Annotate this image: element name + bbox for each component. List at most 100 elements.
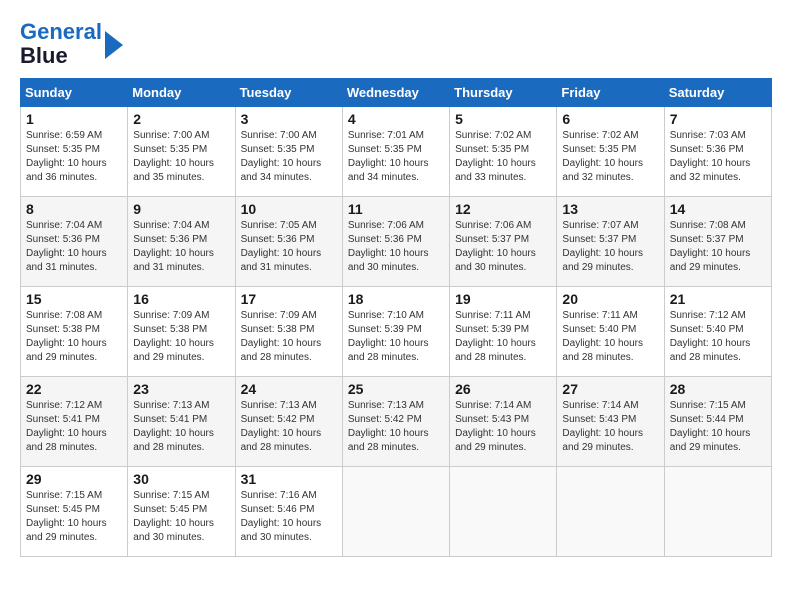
calendar-cell: 19 Sunrise: 7:11 AMSunset: 5:39 PMDayligh… xyxy=(450,287,557,377)
calendar-cell: 8Sunrise: 7:04 AMSunset: 5:36 PMDaylight… xyxy=(21,197,128,287)
calendar-cell: 14 Sunrise: 7:08 AMSunset: 5:37 PMDayligh… xyxy=(664,197,771,287)
logo-arrow-icon xyxy=(105,31,123,59)
calendar-cell: 4 Sunrise: 7:01 AMSunset: 5:35 PMDaylight… xyxy=(342,107,449,197)
day-info: Sunrise: 7:13 AMSunset: 5:42 PMDaylight:… xyxy=(348,399,444,455)
calendar-cell: 18 Sunrise: 7:10 AMSunset: 5:39 PMDayligh… xyxy=(342,287,449,377)
day-info: Sunrise: 7:04 AMSunset: 5:36 PMDaylight:… xyxy=(133,219,229,275)
day-info: Sunrise: 7:07 AMSunset: 5:37 PMDaylight:… xyxy=(562,219,658,275)
calendar-week-5: 29 Sunrise: 7:15 AMSunset: 5:45 PMDayligh… xyxy=(21,467,772,557)
calendar-cell: 27 Sunrise: 7:14 AMSunset: 5:43 PMDayligh… xyxy=(557,377,664,467)
day-number: 10 xyxy=(241,201,337,217)
logo-text: GeneralBlue xyxy=(20,20,102,68)
day-number: 19 xyxy=(455,291,551,307)
day-info: Sunrise: 7:11 AMSunset: 5:39 PMDaylight:… xyxy=(455,309,551,365)
day-number: 15 xyxy=(26,291,122,307)
day-number: 23 xyxy=(133,381,229,397)
day-number: 26 xyxy=(455,381,551,397)
day-number: 30 xyxy=(133,471,229,487)
calendar-cell: 26 Sunrise: 7:14 AMSunset: 5:43 PMDayligh… xyxy=(450,377,557,467)
day-number: 5 xyxy=(455,111,551,127)
calendar-header: SundayMondayTuesdayWednesdayThursdayFrid… xyxy=(21,79,772,107)
calendar-cell: 3 Sunrise: 7:00 AMSunset: 5:35 PMDaylight… xyxy=(235,107,342,197)
calendar-cell xyxy=(342,467,449,557)
logo: GeneralBlue xyxy=(20,20,123,68)
day-info: Sunrise: 7:11 AMSunset: 5:40 PMDaylight:… xyxy=(562,309,658,365)
weekday-header-thursday: Thursday xyxy=(450,79,557,107)
day-info: Sunrise: 7:14 AMSunset: 5:43 PMDaylight:… xyxy=(455,399,551,455)
day-number: 21 xyxy=(670,291,766,307)
calendar-cell: 30 Sunrise: 7:15 AMSunset: 5:45 PMDayligh… xyxy=(128,467,235,557)
page-header: GeneralBlue xyxy=(20,20,772,68)
calendar-cell: 5 Sunrise: 7:02 AMSunset: 5:35 PMDaylight… xyxy=(450,107,557,197)
day-info: Sunrise: 7:15 AMSunset: 5:44 PMDaylight:… xyxy=(670,399,766,455)
day-info: Sunrise: 7:08 AMSunset: 5:38 PMDaylight:… xyxy=(26,309,122,365)
day-info: Sunrise: 7:00 AMSunset: 5:35 PMDaylight:… xyxy=(241,129,337,185)
day-info: Sunrise: 7:12 AMSunset: 5:40 PMDaylight:… xyxy=(670,309,766,365)
day-number: 31 xyxy=(241,471,337,487)
calendar-cell: 24 Sunrise: 7:13 AMSunset: 5:42 PMDayligh… xyxy=(235,377,342,467)
day-number: 9 xyxy=(133,201,229,217)
calendar-cell: 16 Sunrise: 7:09 AMSunset: 5:38 PMDayligh… xyxy=(128,287,235,377)
day-number: 27 xyxy=(562,381,658,397)
day-number: 22 xyxy=(26,381,122,397)
day-info: Sunrise: 7:02 AMSunset: 5:35 PMDaylight:… xyxy=(562,129,658,185)
day-number: 14 xyxy=(670,201,766,217)
day-info: Sunrise: 7:10 AMSunset: 5:39 PMDaylight:… xyxy=(348,309,444,365)
day-number: 24 xyxy=(241,381,337,397)
calendar-cell: 20Sunrise: 7:11 AMSunset: 5:40 PMDayligh… xyxy=(557,287,664,377)
day-info: Sunrise: 6:59 AMSunset: 5:35 PMDaylight:… xyxy=(26,129,122,185)
day-number: 18 xyxy=(348,291,444,307)
day-info: Sunrise: 7:09 AMSunset: 5:38 PMDaylight:… xyxy=(133,309,229,365)
calendar-cell: 22 Sunrise: 7:12 AMSunset: 5:41 PMDayligh… xyxy=(21,377,128,467)
day-info: Sunrise: 7:13 AMSunset: 5:41 PMDaylight:… xyxy=(133,399,229,455)
weekday-header-wednesday: Wednesday xyxy=(342,79,449,107)
calendar-cell: 7 Sunrise: 7:03 AMSunset: 5:36 PMDaylight… xyxy=(664,107,771,197)
day-number: 29 xyxy=(26,471,122,487)
calendar-week-3: 15 Sunrise: 7:08 AMSunset: 5:38 PMDayligh… xyxy=(21,287,772,377)
weekday-header-monday: Monday xyxy=(128,79,235,107)
day-number: 8 xyxy=(26,201,122,217)
calendar-cell: 15 Sunrise: 7:08 AMSunset: 5:38 PMDayligh… xyxy=(21,287,128,377)
day-info: Sunrise: 7:03 AMSunset: 5:36 PMDaylight:… xyxy=(670,129,766,185)
weekday-header-saturday: Saturday xyxy=(664,79,771,107)
weekday-header-tuesday: Tuesday xyxy=(235,79,342,107)
day-info: Sunrise: 7:08 AMSunset: 5:37 PMDaylight:… xyxy=(670,219,766,275)
calendar-table: SundayMondayTuesdayWednesdayThursdayFrid… xyxy=(20,78,772,557)
calendar-cell: 9 Sunrise: 7:04 AMSunset: 5:36 PMDaylight… xyxy=(128,197,235,287)
calendar-week-2: 8 Sunrise: 7:04 AMSunset: 5:36 PMDaylight… xyxy=(21,197,772,287)
day-number: 16 xyxy=(133,291,229,307)
day-info: Sunrise: 7:06 AMSunset: 5:36 PMDaylight:… xyxy=(348,219,444,275)
day-number: 7 xyxy=(670,111,766,127)
calendar-cell: 11 Sunrise: 7:06 AMSunset: 5:36 PMDayligh… xyxy=(342,197,449,287)
day-number: 12 xyxy=(455,201,551,217)
day-info: Sunrise: 7:15 AMSunset: 5:45 PMDaylight:… xyxy=(133,489,229,545)
calendar-week-4: 22 Sunrise: 7:12 AMSunset: 5:41 PMDayligh… xyxy=(21,377,772,467)
calendar-cell xyxy=(664,467,771,557)
day-number: 28 xyxy=(670,381,766,397)
calendar-week-1: 1 Sunrise: 6:59 AMSunset: 5:35 PMDaylight… xyxy=(21,107,772,197)
day-number: 13 xyxy=(562,201,658,217)
day-number: 3 xyxy=(241,111,337,127)
day-info: Sunrise: 7:14 AMSunset: 5:43 PMDaylight:… xyxy=(562,399,658,455)
weekday-header-friday: Friday xyxy=(557,79,664,107)
calendar-cell: 12Sunrise: 7:06 AMSunset: 5:37 PMDayligh… xyxy=(450,197,557,287)
day-number: 11 xyxy=(348,201,444,217)
day-number: 2 xyxy=(133,111,229,127)
calendar-cell: 23 Sunrise: 7:13 AMSunset: 5:41 PMDayligh… xyxy=(128,377,235,467)
day-info: Sunrise: 7:02 AMSunset: 5:35 PMDaylight:… xyxy=(455,129,551,185)
calendar-cell: 6Sunrise: 7:02 AMSunset: 5:35 PMDaylight… xyxy=(557,107,664,197)
day-number: 4 xyxy=(348,111,444,127)
calendar-cell: 25 Sunrise: 7:13 AMSunset: 5:42 PMDayligh… xyxy=(342,377,449,467)
calendar-cell: 21 Sunrise: 7:12 AMSunset: 5:40 PMDayligh… xyxy=(664,287,771,377)
day-number: 17 xyxy=(241,291,337,307)
day-number: 1 xyxy=(26,111,122,127)
calendar-cell: 31Sunrise: 7:16 AMSunset: 5:46 PMDayligh… xyxy=(235,467,342,557)
calendar-cell: 1 Sunrise: 6:59 AMSunset: 5:35 PMDaylight… xyxy=(21,107,128,197)
day-info: Sunrise: 7:15 AMSunset: 5:45 PMDaylight:… xyxy=(26,489,122,545)
day-info: Sunrise: 7:12 AMSunset: 5:41 PMDaylight:… xyxy=(26,399,122,455)
calendar-cell: 2Sunrise: 7:00 AMSunset: 5:35 PMDaylight… xyxy=(128,107,235,197)
day-info: Sunrise: 7:13 AMSunset: 5:42 PMDaylight:… xyxy=(241,399,337,455)
day-info: Sunrise: 7:01 AMSunset: 5:35 PMDaylight:… xyxy=(348,129,444,185)
day-number: 25 xyxy=(348,381,444,397)
day-info: Sunrise: 7:05 AMSunset: 5:36 PMDaylight:… xyxy=(241,219,337,275)
